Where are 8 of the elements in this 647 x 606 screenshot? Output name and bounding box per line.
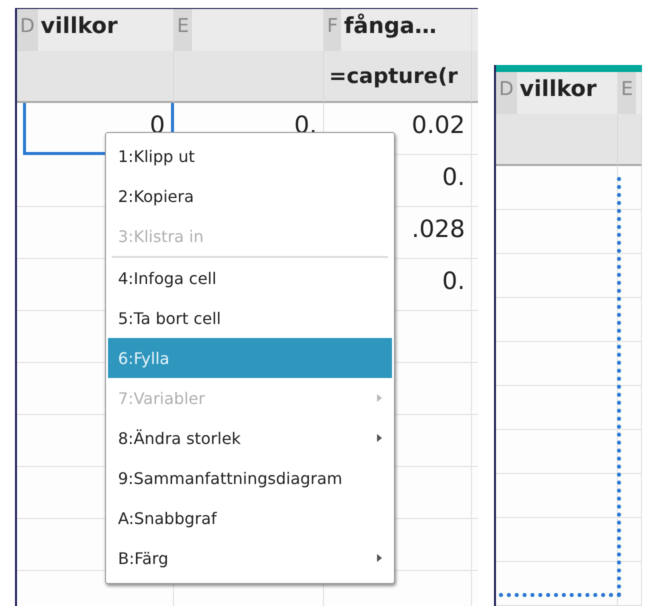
column-letter: D bbox=[17, 9, 38, 51]
column-name: villkor bbox=[40, 13, 119, 41]
column-letter: F bbox=[324, 9, 341, 51]
column-name: fånga… bbox=[342, 12, 438, 41]
column-letter: E bbox=[618, 72, 636, 114]
column-letter: E bbox=[174, 9, 192, 51]
column-letter: D bbox=[496, 72, 517, 114]
column-name: villkor bbox=[518, 76, 598, 104]
